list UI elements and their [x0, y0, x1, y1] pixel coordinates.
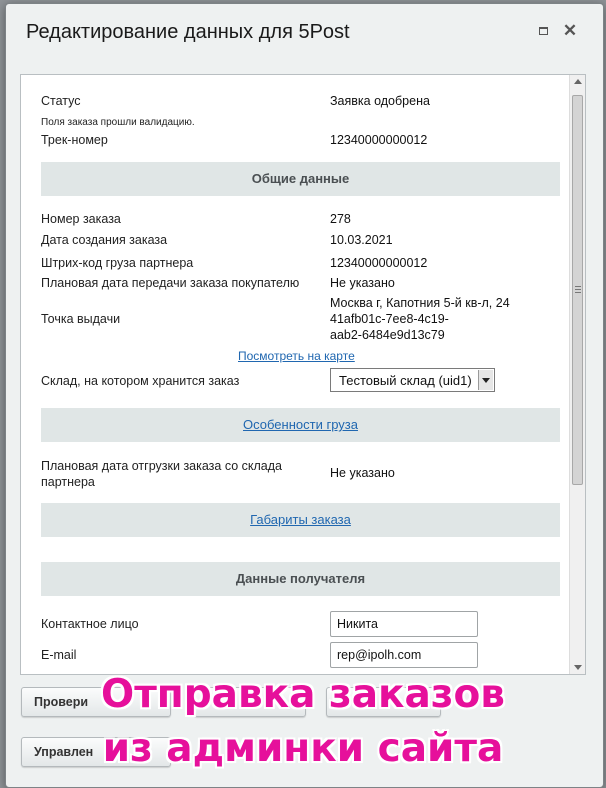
section-recipient: Данные получателя	[41, 562, 560, 596]
order-number-label: Номер заказа	[41, 212, 121, 226]
pickup-address: Москва г, Капотния 5-й кв-л, 24	[330, 296, 510, 310]
barcode-label: Штрих-код груза партнера	[41, 256, 194, 270]
contact-input[interactable]	[330, 611, 478, 637]
ship-date-value: Не указано	[330, 466, 395, 480]
warehouse-label: Склад, на котором хранится заказ	[41, 374, 240, 388]
section-cargo: Особенности груза	[41, 408, 560, 442]
validation-note: Поля заказа прошли валидацию.	[41, 117, 195, 128]
email-label: E-mail	[41, 648, 77, 662]
order-number-value: 278	[330, 212, 351, 226]
pickup-point-label: Точка выдачи	[41, 312, 121, 326]
promo-caption-line1: Отправка заказов	[101, 672, 505, 717]
order-date-value: 10.03.2021	[330, 233, 393, 247]
contact-label: Контактное лицо	[41, 617, 139, 631]
pickup-id-line2: aab2-6484e9d13c79	[330, 328, 445, 342]
section-dimensions: Габариты заказа	[41, 503, 560, 537]
view-on-map-link[interactable]: Посмотреть на карте	[238, 349, 355, 363]
scroll-thumb[interactable]	[572, 95, 583, 485]
dimensions-link[interactable]: Габариты заказа	[250, 512, 351, 527]
maximize-icon[interactable]	[534, 22, 552, 40]
grip-icon	[575, 286, 581, 293]
pickup-id-line1: 41afb01c-7ee8-4c19-	[330, 312, 449, 326]
order-date-label: Дата создания заказа	[41, 233, 168, 247]
dialog-titlebar[interactable]: Редактирование данных для 5Post ✕	[6, 4, 603, 56]
warehouse-select-value: Тестовый склад (uid1)	[339, 373, 472, 388]
ship-date-label-1: Плановая дата отгрузки заказа со склада	[41, 459, 282, 473]
scroll-down-icon[interactable]	[574, 665, 582, 670]
ship-date-label-2: партнера	[41, 475, 95, 489]
cargo-features-link[interactable]: Особенности груза	[243, 417, 358, 432]
dialog-content: Статус Заявка одобрена Поля заказа прошл…	[20, 74, 586, 675]
status-value: Заявка одобрена	[330, 94, 430, 108]
warehouse-select[interactable]: Тестовый склад (uid1)	[330, 368, 495, 392]
track-value: 12340000000012	[330, 133, 428, 147]
barcode-value: 12340000000012	[330, 256, 428, 270]
delivery-date-label: Плановая дата передачи заказа покупателю	[41, 276, 300, 290]
status-label: Статус	[41, 94, 81, 108]
promo-caption-line2: из админки сайта	[102, 726, 504, 771]
edit-dialog: Редактирование данных для 5Post ✕ Статус…	[5, 3, 604, 788]
section-general: Общие данные	[41, 162, 560, 196]
content-scrollbar[interactable]	[569, 75, 585, 674]
scroll-up-icon[interactable]	[574, 79, 582, 84]
chevron-down-icon[interactable]	[478, 370, 493, 390]
delivery-date-value: Не указано	[330, 276, 395, 290]
dialog-title: Редактирование данных для 5Post	[26, 21, 350, 43]
track-label: Трек-номер	[41, 133, 108, 147]
email-input[interactable]	[330, 642, 478, 668]
close-icon[interactable]: ✕	[561, 22, 579, 40]
